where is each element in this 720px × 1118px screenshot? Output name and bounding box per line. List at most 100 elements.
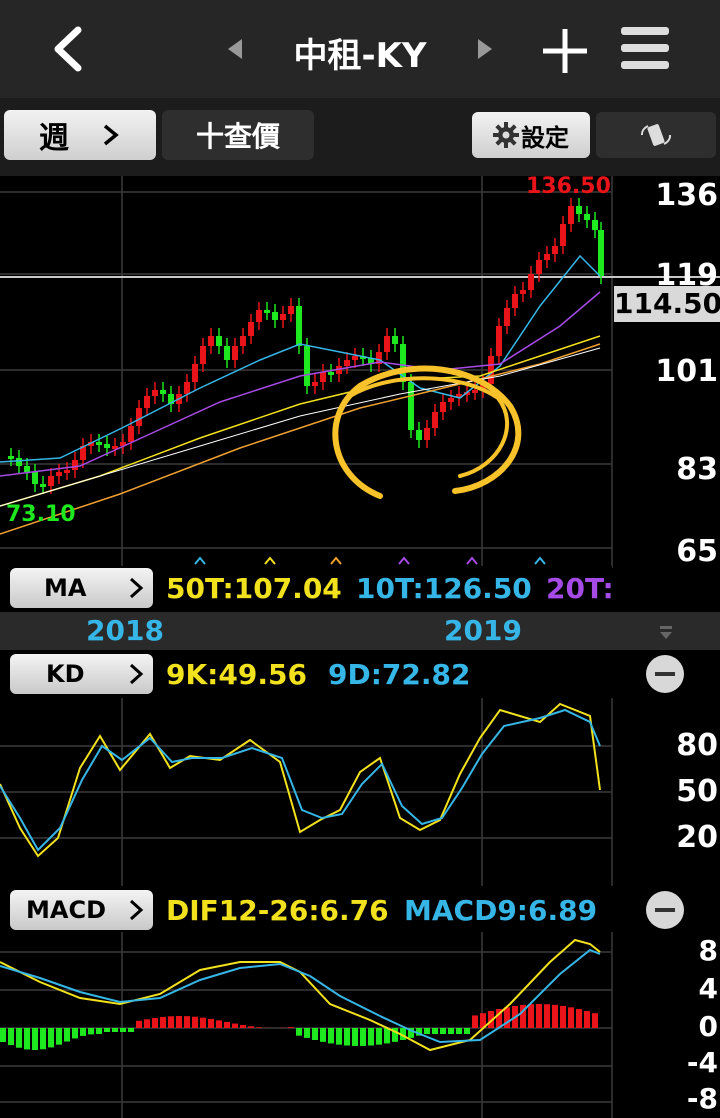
candle-body [512, 294, 518, 308]
macd-histogram-bar [168, 1016, 174, 1028]
candle-body [488, 356, 494, 384]
candle-body [184, 382, 190, 394]
candle-body [248, 322, 254, 336]
macd-histogram-bar [576, 1009, 582, 1028]
kd-button[interactable]: KD [10, 654, 153, 694]
macd-histogram-bar [16, 1028, 22, 1048]
macd-histogram-bar [224, 1021, 230, 1028]
candle-body [424, 428, 430, 440]
macd-histogram-bar [48, 1028, 54, 1048]
settings-label: 設定 [521, 123, 569, 152]
candle-body [128, 426, 134, 442]
macd-histogram-bar [368, 1028, 374, 1046]
macd-histogram-bar [528, 1004, 534, 1028]
candle-body [520, 290, 526, 294]
candle-body [272, 312, 278, 320]
macd-tick-label: 8 [698, 934, 718, 967]
add-icon[interactable] [540, 26, 590, 76]
candle-body [344, 360, 350, 366]
menu-icon[interactable] [620, 24, 670, 74]
macd-histogram-bar [456, 1028, 462, 1034]
y-tick-label: 65 [676, 534, 718, 569]
macd-histogram-bar [208, 1018, 214, 1028]
macd-histogram-bar [472, 1015, 478, 1028]
candle-body [328, 372, 334, 375]
macd-button[interactable]: MACD [10, 890, 153, 930]
macd-button-label: MACD [26, 896, 106, 924]
collapse-arrow-icon[interactable] [658, 624, 674, 640]
ma10-value: 10T:126.50 [356, 572, 532, 605]
rotate-button[interactable] [596, 112, 716, 158]
candle-body [136, 408, 142, 426]
remove-macd-icon[interactable] [646, 891, 684, 929]
crosshair-price-button[interactable]: 十查價 [162, 110, 314, 160]
candle-body [584, 214, 590, 220]
candle-body [224, 346, 230, 360]
candle-body [8, 456, 14, 459]
macd-histogram-bar [448, 1028, 454, 1034]
candle-body [296, 306, 302, 346]
macd-histogram-bar [584, 1011, 590, 1028]
candle-body [528, 274, 534, 290]
macd-signal-value: MACD9:6.89 [404, 894, 598, 927]
chevron-right-icon [103, 124, 119, 146]
candle-body [192, 364, 198, 382]
macd-histogram-bar [8, 1028, 14, 1046]
macd-histogram-bar [344, 1028, 350, 1046]
macd-histogram-bar [360, 1028, 366, 1046]
macd-histogram-bar [432, 1028, 438, 1034]
kd-button-label: KD [46, 660, 85, 688]
candle-body [64, 470, 70, 473]
macd-histogram-bar [248, 1026, 254, 1028]
back-icon[interactable] [48, 26, 88, 72]
candle-body [536, 260, 542, 274]
macd-histogram-bar [104, 1028, 110, 1032]
top-bar: 中租-KY [0, 0, 720, 98]
candle-body [312, 382, 318, 386]
next-stock-icon[interactable] [476, 38, 494, 60]
chevron-right-icon [129, 663, 144, 685]
macd-histogram-bar [552, 1004, 558, 1028]
macd-histogram-bar [256, 1027, 262, 1028]
kd-k-line [0, 702, 601, 858]
candle-body [568, 206, 574, 224]
candle-body [496, 326, 502, 356]
high-price-label: 136.50 [526, 174, 611, 199]
macd-histogram-bar [312, 1028, 318, 1041]
ma-button[interactable]: MA [10, 568, 153, 608]
macd-legend-row: MACD DIF12-26:6.76 MACD9:6.89 [0, 888, 720, 932]
prev-stock-icon[interactable] [226, 38, 244, 60]
period-select-button[interactable]: 週 [4, 110, 156, 160]
macd-histogram-bar [352, 1028, 358, 1046]
macd-histogram-bar [80, 1028, 86, 1036]
candle-body [304, 346, 310, 386]
macd-histogram-bar [32, 1028, 38, 1050]
low-price-label: 73.10 [6, 502, 76, 527]
candle-body [208, 336, 214, 346]
macd-axis: 8 4 0 -4 -8 [612, 932, 720, 1118]
macd-histogram-bar [568, 1007, 574, 1028]
y-tick-label: 83 [676, 452, 718, 487]
time-axis: 2018 2019 [0, 612, 720, 650]
candle-body [560, 224, 566, 246]
macd-histogram-bar [120, 1028, 126, 1032]
candle-body [384, 336, 390, 352]
macd-tick-label: 0 [698, 1010, 718, 1043]
macd-histogram-bar [112, 1028, 118, 1032]
macd-histogram-bar [184, 1016, 190, 1028]
remove-kd-icon[interactable] [646, 655, 684, 693]
chevron-right-icon [129, 577, 144, 599]
macd-histogram-bar [88, 1028, 94, 1035]
macd-histogram-bar [160, 1016, 166, 1028]
candle-body [104, 444, 110, 448]
current-price-badge: 114.50 [614, 286, 720, 322]
candle-body [264, 310, 270, 313]
candle-body [288, 306, 294, 314]
settings-button[interactable]: 設定 [472, 112, 590, 158]
kd-tick-label: 50 [676, 774, 718, 809]
macd-histogram-bar [176, 1016, 182, 1028]
macd-histogram-bar [128, 1028, 134, 1032]
macd-histogram-bar [200, 1017, 206, 1028]
page-title: 中租-KY [293, 36, 427, 76]
candle-body [598, 230, 604, 276]
